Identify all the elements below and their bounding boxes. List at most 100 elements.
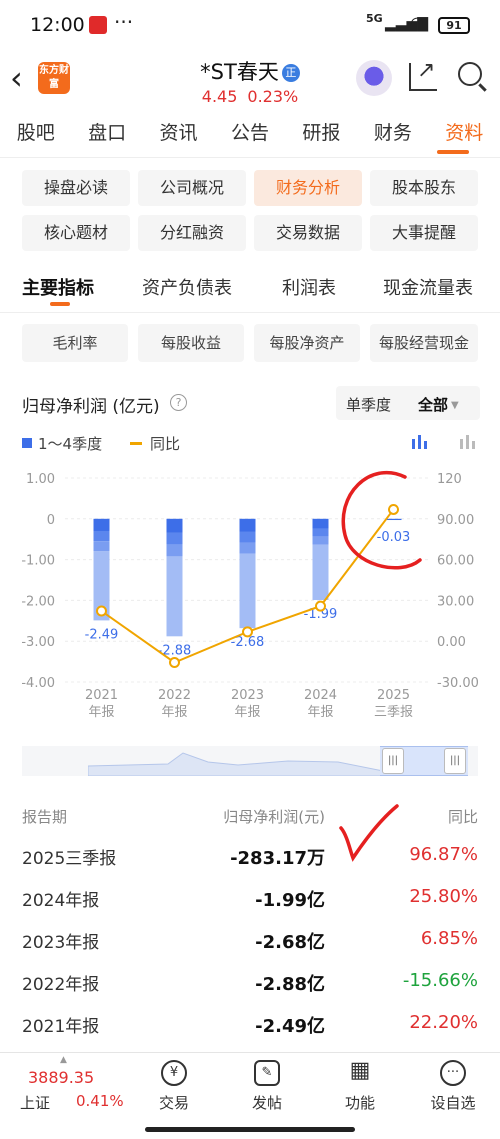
add-watchlist-button[interactable]: ··· 设自选 [418,1060,488,1113]
x-tick-period: 年报 [307,705,333,720]
tab-guba[interactable]: 股吧 [0,118,71,158]
scrubber-left-handle[interactable]: ||| [382,748,404,774]
pill-trading-guide[interactable]: 操盘必读 [22,170,130,206]
search-icon[interactable] [458,62,482,86]
scrubber-sparkline [88,752,388,776]
home-indicator [145,1127,355,1132]
bar-segment [166,532,183,545]
pill-trading-data[interactable]: 交易数据 [254,215,362,251]
pill-events[interactable]: 大事提醒 [370,215,478,251]
metric-ocf-per-share[interactable]: 每股经营现金 [370,324,478,362]
y-right-tick: 90.00 [437,513,474,528]
network-indicator: 5G [366,12,383,25]
y-left-tick: 0 [47,513,55,528]
metric-bvps[interactable]: 每股净资产 [254,324,360,362]
bar-segment [93,518,110,531]
x-tick-period: 年报 [234,705,260,720]
row-value: -283.17万 [230,848,325,869]
pill-shareholders[interactable]: 股本股东 [370,170,478,206]
tab-research[interactable]: 研报 [286,118,357,158]
y-right-tick: 120 [437,472,462,487]
table-row[interactable]: 2024年报 -1.99亿 25.80% [0,876,500,918]
bar-segment [239,518,256,532]
post-label: 发帖 [251,1094,282,1112]
more-notifications-icon: ··· [114,10,134,34]
table-row[interactable]: 2025三季报 -283.17万 96.87% [0,834,500,876]
handwritten-circle-annotation [341,470,422,570]
tab-announcements[interactable]: 公告 [214,118,285,158]
add-watchlist-label: 设自选 [430,1094,476,1112]
yoy-point [169,656,180,668]
seg-single-quarter[interactable]: 单季度 [346,394,391,415]
trade-button[interactable]: ¥ 交易 [139,1060,209,1113]
index-change[interactable]: 0.41% [76,1092,124,1110]
chart-title: 归母净利润 (亿元) [22,397,160,417]
pill-company-overview[interactable]: 公司概况 [138,170,246,206]
yoy-point [96,605,107,617]
divider [0,312,500,313]
functions-button[interactable]: ▦ 功能 [325,1060,395,1113]
row-yoy: -15.66% [402,970,478,991]
pill-financial-analysis[interactable]: 财务分析 [254,170,362,206]
expand-up-icon[interactable]: ▲ [60,1055,67,1065]
bar-chart-alt-icon[interactable] [458,433,478,451]
legend-line-swatch [130,442,142,445]
back-icon[interactable]: ‹ [10,60,23,96]
row-period: 2022年报 [22,975,100,995]
x-tick-period: 三季报 [374,705,413,720]
subtab-balance-sheet[interactable]: 资产负债表 [142,274,232,300]
tab-finance[interactable]: 财务 [357,118,428,158]
pill-core-themes[interactable]: 核心题材 [22,215,130,251]
chevron-down-icon: ▼ [451,400,459,411]
x-tick-year: 2023 [231,688,264,703]
yoy-point [242,626,253,638]
table-row[interactable]: 2021年报 -2.49亿 22.20% [0,1002,500,1044]
notification-app-icon [89,16,107,34]
y-right-tick: 30.00 [437,594,474,609]
y-right-tick: 60.00 [437,554,474,569]
grid-icon: ▦ [349,1058,371,1083]
battery-icon: 91 [438,17,470,34]
bar-segment [239,542,256,554]
subtab-active-indicator [50,302,70,306]
subtab-cash-flow[interactable]: 现金流量表 [383,274,473,300]
x-tick-year: 2022 [158,688,191,703]
stock-change: 0.23% [247,87,299,106]
row-yoy: 96.87% [409,844,478,865]
index-name[interactable]: 上证 [20,1092,50,1113]
more-icon: ··· [440,1060,466,1086]
subtab-key-indicators[interactable]: 主要指标 [22,274,94,300]
scrubber-right-handle[interactable]: ||| [444,748,466,774]
table-row[interactable]: 2023年报 -2.68亿 6.85% [0,918,500,960]
col-header-yoy: 同比 [447,808,478,826]
tab-news[interactable]: 资讯 [143,118,214,158]
post-button[interactable]: ✎ 发帖 [232,1060,302,1113]
metric-gross-margin[interactable]: 毛利率 [22,324,128,362]
bar-segment [93,530,110,542]
x-tick-period: 年报 [161,705,187,720]
metric-eps[interactable]: 每股收益 [138,324,244,362]
tab-pankou[interactable]: 盘口 [71,118,142,158]
assistant-avatar-icon[interactable] [356,60,392,96]
trade-label: 交易 [158,1094,189,1112]
row-period: 2023年报 [22,933,100,953]
pill-dividends[interactable]: 分红融资 [138,215,246,251]
table-row[interactable]: 2022年报 -2.88亿 -15.66% [0,960,500,1002]
y-left-tick: -2.00 [21,594,55,609]
bar-segment [93,541,110,552]
row-value: -2.88亿 [255,974,325,995]
index-value[interactable]: 3889.35 [28,1068,94,1087]
wifi-icon: ◠ [410,13,424,32]
seg-all-dropdown[interactable]: 全部 ▼ [418,394,459,415]
help-icon[interactable]: ? [170,394,187,411]
app-logo: 东方财富 [38,62,70,94]
bar-chart-active-icon[interactable] [410,433,430,451]
subtab-income-statement[interactable]: 利润表 [282,274,336,300]
row-period: 2025三季报 [22,849,117,869]
bar-segment [312,544,329,600]
functions-label: 功能 [344,1094,375,1112]
legend-bar-swatch [22,438,32,448]
x-tick-period: 年报 [88,705,114,720]
col-header-profit: 归母净利润(元) [223,808,325,826]
handwritten-checkmark-annotation [339,804,399,862]
